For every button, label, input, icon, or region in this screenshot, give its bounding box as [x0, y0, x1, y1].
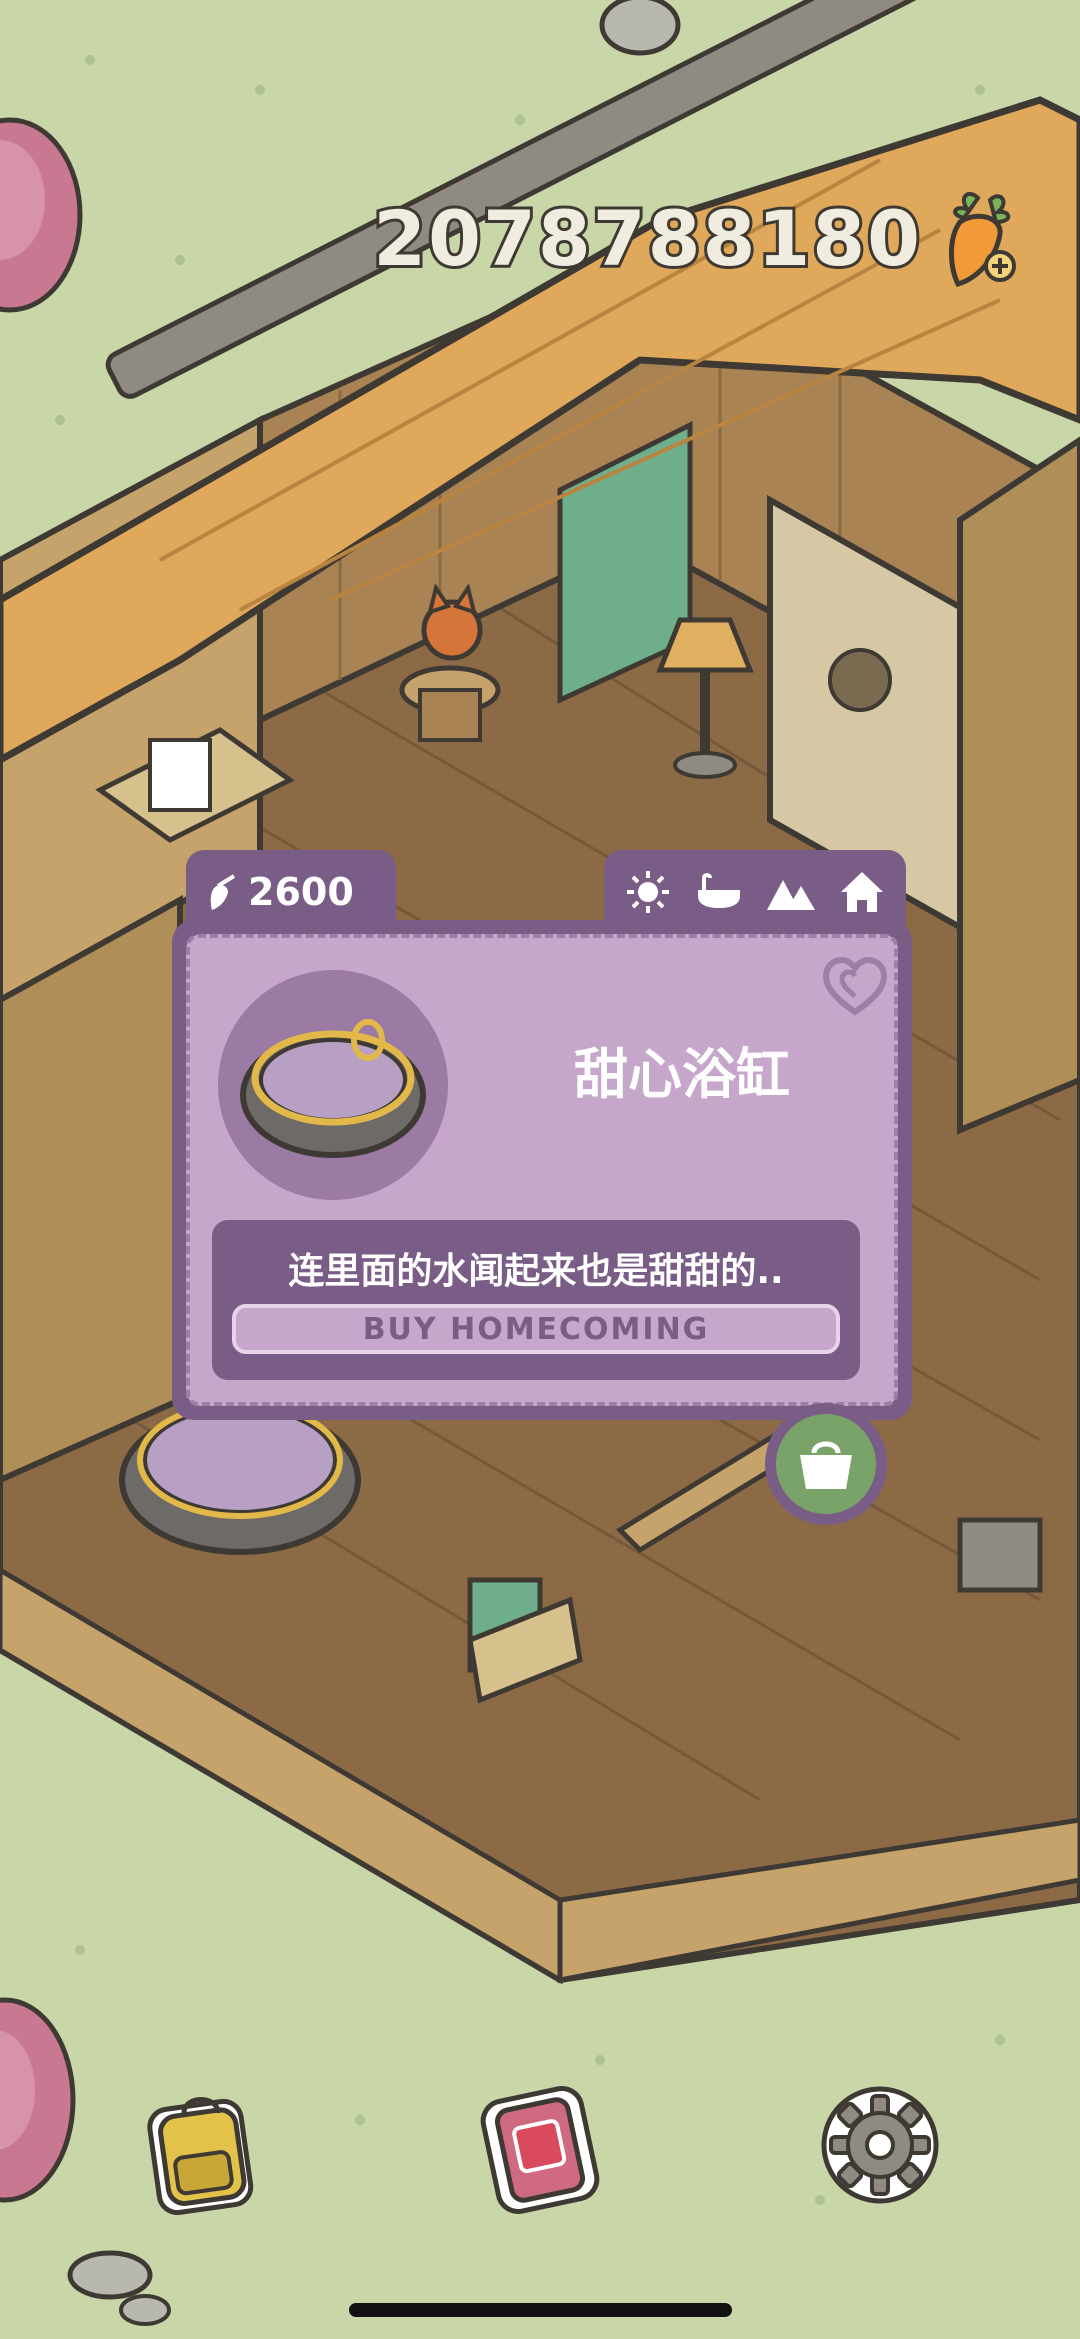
currency-display: 2078788180 [370, 188, 1020, 288]
cash-register [957, 1517, 1043, 1593]
currency-amount: 2078788180 [370, 191, 923, 286]
right-wall [957, 436, 1080, 1135]
description-box: 连里面的水闻起来也是甜甜的.. BUY HOMECOMING [212, 1220, 860, 1380]
carrot-plus-icon[interactable] [938, 188, 1020, 288]
backpack-button[interactable] [140, 2085, 260, 2219]
item-price: 2600 [248, 870, 354, 914]
mountain-icon[interactable] [763, 864, 819, 920]
shopping-bag-icon [800, 1441, 852, 1489]
bathtub-placed [119, 1401, 361, 1555]
item-card: 甜心浴缸 连里面的水闻起来也是甜甜的.. BUY HOMECOMING [172, 920, 912, 1420]
bathtub-icon[interactable] [691, 864, 747, 920]
settings-button[interactable] [815, 2080, 945, 2214]
sun-icon[interactable] [620, 864, 676, 920]
backpack-icon [147, 2097, 254, 2216]
house-icon[interactable] [834, 864, 890, 920]
shop-bag-button[interactable] [765, 1403, 887, 1525]
heart-icon[interactable] [822, 956, 888, 1018]
item-thumbnail [218, 970, 448, 1200]
rock-bottom [67, 2250, 171, 2326]
item-info-popup: 2600 甜心浴缸 连里面的水闻起来也是甜甜的.. BUY HOMECOMING [172, 850, 912, 1420]
carrot-icon [210, 874, 236, 910]
item-description: 连里面的水闻起来也是甜甜的.. [288, 1251, 784, 1292]
pink-bush-top [0, 117, 83, 313]
buy-homecoming-button[interactable]: BUY HOMECOMING [232, 1304, 840, 1354]
settings-gear-icon [821, 2086, 939, 2204]
buy-button-label: BUY HOMECOMING [362, 1311, 710, 1347]
phone-button[interactable] [470, 2080, 610, 2224]
item-name: 甜心浴缸 [574, 1043, 790, 1106]
pink-bush-bottom [0, 1997, 76, 2203]
home-indicator [349, 2303, 732, 2317]
rock-top [599, 0, 681, 56]
phone-icon [480, 2086, 600, 2214]
